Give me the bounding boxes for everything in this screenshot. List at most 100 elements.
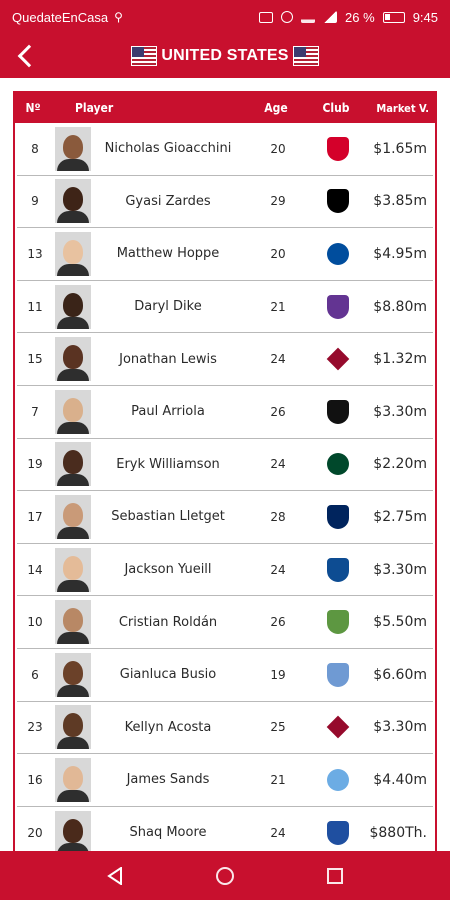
player-age: 21: [270, 299, 286, 314]
table-row[interactable]: 14 Jackson Yueill 24 $3.30m: [17, 544, 433, 597]
club-cell: [313, 347, 363, 371]
player-photo: [55, 389, 91, 434]
schalke-icon: [327, 242, 349, 265]
player-photo: [55, 337, 91, 382]
nav-recents-button[interactable]: [327, 867, 344, 884]
player-photo-shirt: [57, 263, 89, 276]
table-row[interactable]: 11 Daryl Dike 21 $8.80m: [17, 281, 433, 334]
table-row[interactable]: 6 Gianluca Busio 19 $6.60m: [17, 649, 433, 702]
col-club: Club: [322, 101, 350, 115]
status-time: 9:45: [412, 9, 438, 25]
player-age: 24: [270, 352, 286, 367]
player-number: 9: [31, 194, 39, 209]
player-photo-cell: [53, 705, 93, 750]
player-age: 25: [270, 720, 286, 735]
col-age: Age: [264, 101, 288, 115]
title-group: UNITED STATES: [0, 34, 450, 78]
player-number: 15: [27, 352, 43, 367]
market-value: $3.30m: [373, 403, 427, 420]
market-value: $2.20m: [373, 456, 427, 473]
columbus-icon: [327, 189, 349, 214]
club-cell: [313, 768, 363, 791]
player-photo: [55, 652, 91, 697]
app-bar: UNITED STATES: [0, 34, 450, 78]
club-cell: [313, 610, 363, 635]
player-photo-head: [63, 502, 83, 527]
player-photo-head: [63, 818, 83, 843]
player-number: 8: [31, 141, 39, 156]
player-photo-cell: [53, 757, 93, 802]
player-age: 19: [270, 667, 286, 682]
player-age: 24: [270, 825, 286, 840]
player-age: 20: [270, 141, 286, 156]
club-cell: [313, 242, 363, 265]
table-row[interactable]: 17 Sebastian Lletget 28 $2.75m: [17, 491, 433, 544]
status-carrier: QuedateEnCasa ⚲: [12, 10, 259, 25]
market-value: $5.50m: [373, 614, 427, 631]
table-row[interactable]: 16 James Sands 21 $4.40m: [17, 754, 433, 807]
player-photo-cell: [53, 494, 93, 539]
vibrate-icon: [259, 11, 274, 23]
player-age: 26: [270, 404, 286, 419]
player-name: James Sands: [126, 772, 210, 788]
table-row[interactable]: 19 Eryk Williamson 24 $2.20m: [17, 439, 433, 492]
player-photo: [55, 126, 91, 171]
player-number: 23: [27, 720, 43, 735]
player-name: Nicholas Gioacchini: [104, 141, 232, 157]
nav-back-button[interactable]: [106, 866, 123, 885]
player-photo: [55, 284, 91, 329]
table-row[interactable]: 8 Nicholas Gioacchini 20 $1.65m: [17, 123, 433, 176]
player-name: Gianluca Busio: [119, 667, 217, 683]
player-photo: [55, 600, 91, 645]
player-number: 16: [27, 772, 43, 787]
player-age: 24: [270, 457, 286, 472]
battery-percent: 26 %: [345, 9, 375, 25]
player-photo-shirt: [57, 211, 89, 224]
player-photo-cell: [53, 810, 93, 851]
player-photo: [55, 757, 91, 802]
player-photo-head: [63, 608, 83, 633]
player-photo: [55, 442, 91, 487]
player-photo: [55, 231, 91, 276]
player-photo-shirt: [57, 316, 89, 329]
market-value: $1.32m: [373, 351, 427, 368]
sporting-kc-icon: [327, 662, 349, 687]
player-photo-head: [63, 450, 83, 475]
table-row[interactable]: 13 Matthew Hoppe 20 $4.95m: [17, 228, 433, 281]
player-photo-head: [63, 187, 83, 212]
table-row[interactable]: 20 Shaq Moore 24 $880Th.: [17, 807, 433, 851]
nycfc-icon: [327, 768, 349, 791]
player-photo-shirt: [57, 474, 89, 487]
table-row[interactable]: 7 Paul Arriola 26 $3.30m: [17, 386, 433, 439]
player-photo-shirt: [57, 684, 89, 697]
player-photo: [55, 494, 91, 539]
market-value: $8.80m: [373, 298, 427, 315]
table-row[interactable]: 15 Jonathan Lewis 24 $1.32m: [17, 333, 433, 386]
market-value: $4.40m: [373, 771, 427, 788]
player-photo: [55, 705, 91, 750]
player-photo-head: [63, 555, 83, 580]
player-photo-head: [63, 397, 83, 422]
tenerife-icon: [327, 820, 349, 845]
player-photo-cell: [53, 126, 93, 171]
nav-home-button[interactable]: [215, 866, 234, 885]
col-player: Player: [75, 101, 114, 115]
player-age: 21: [270, 772, 286, 787]
club-cell: [313, 453, 363, 476]
table-row[interactable]: 9 Gyasi Zardes 29 $3.85m: [17, 176, 433, 229]
colorado-icon: [326, 347, 350, 371]
status-bar: QuedateEnCasa ⚲ 26 % 9:45: [0, 0, 450, 34]
player-photo-shirt: [57, 737, 89, 750]
table-row[interactable]: 23 Kellyn Acosta 25 $3.30m: [17, 702, 433, 755]
table-row[interactable]: 10 Cristian Roldán 26 $5.50m: [17, 596, 433, 649]
player-photo-head: [63, 239, 83, 264]
triangle-back-icon: [106, 866, 122, 885]
club-cell: [313, 189, 363, 214]
la-galaxy-icon: [327, 504, 349, 529]
player-name: Gyasi Zardes: [125, 193, 211, 209]
player-photo-cell: [53, 389, 93, 434]
player-photo-shirt: [57, 369, 89, 382]
player-photo-cell: [53, 600, 93, 645]
player-number: 20: [27, 825, 43, 840]
market-value: $2.75m: [373, 508, 427, 525]
